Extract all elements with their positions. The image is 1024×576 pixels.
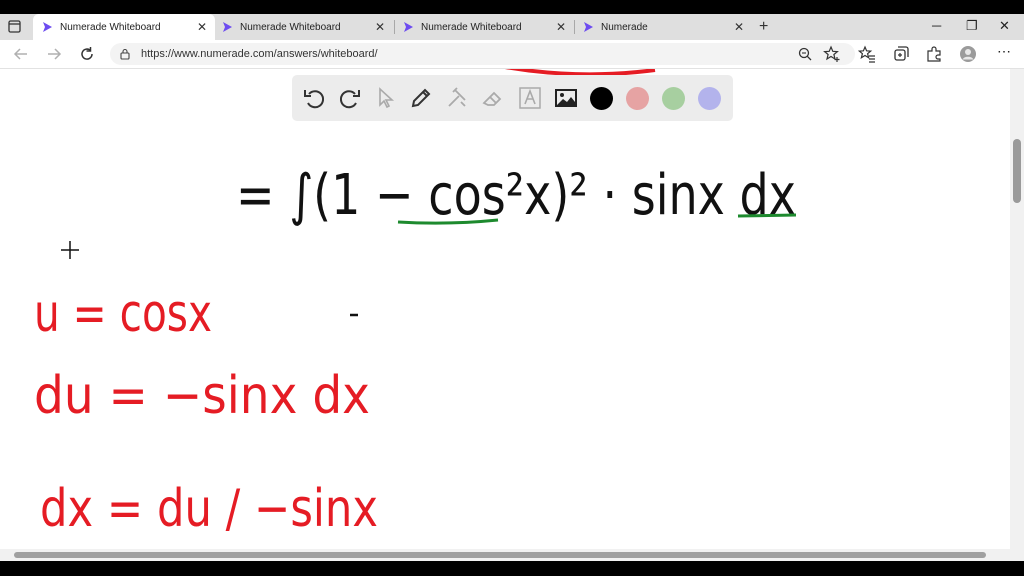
tools-icon[interactable] (445, 86, 469, 110)
tab-2-label: Numerade Whiteboard (240, 21, 341, 33)
equation-line-4: dx = du / −sinx (40, 479, 378, 539)
equation-line-3: du = −sinx dx (34, 366, 370, 426)
zoom-icon[interactable] (796, 45, 814, 63)
horizontal-scroll-thumb[interactable] (14, 552, 986, 558)
back-icon[interactable] (12, 45, 30, 63)
collections-icon[interactable] (892, 45, 910, 63)
color-pink-swatch[interactable] (626, 87, 649, 110)
tab-2[interactable]: Numerade Whiteboard ✕ (213, 14, 393, 40)
close-window-icon[interactable]: ✕ (999, 18, 1010, 34)
select-icon[interactable] (374, 86, 398, 110)
url-text[interactable]: https://www.numerade.com/answers/whitebo… (141, 48, 378, 60)
tab-3-close-icon[interactable]: ✕ (556, 20, 566, 34)
whiteboard-drawing: = ∫(1 − cos²x)² · sinx dx u = cosx du = … (34, 69, 797, 539)
color-black-swatch[interactable] (590, 87, 613, 110)
red-arc-stroke (504, 69, 656, 77)
whiteboard-canvas[interactable]: = ∫(1 − cos²x)² · sinx dx u = cosx du = … (0, 69, 1010, 549)
equation-line-2: u = cosx (34, 284, 212, 344)
profile-avatar-icon[interactable] (959, 45, 977, 63)
more-menu-icon[interactable]: ⋯ (997, 43, 1011, 60)
tab-actions-icon[interactable] (8, 20, 21, 33)
tab-4-label: Numerade (601, 21, 648, 33)
minimize-icon[interactable]: ─ (932, 18, 941, 33)
pen-icon[interactable] (409, 86, 433, 110)
add-favorite-icon[interactable] (823, 45, 841, 63)
numerade-favicon-icon (584, 22, 593, 32)
eraser-icon[interactable] (481, 86, 505, 110)
browser-window: Numerade Whiteboard ✕ Numerade Whiteboar… (0, 0, 1024, 576)
tab-4[interactable]: Numerade ✕ (574, 14, 752, 40)
numerade-favicon-icon (43, 22, 52, 32)
tab-1-label: Numerade Whiteboard (60, 21, 161, 33)
tab-4-close-icon[interactable]: ✕ (734, 20, 744, 34)
tab-1-close-icon[interactable]: ✕ (197, 20, 207, 34)
image-icon[interactable] (554, 86, 578, 110)
extensions-icon[interactable] (925, 45, 943, 63)
drawing-toolbar (292, 75, 733, 121)
tab-strip: Numerade Whiteboard ✕ Numerade Whiteboar… (0, 14, 1024, 40)
lock-icon[interactable] (119, 48, 131, 60)
tab-2-close-icon[interactable]: ✕ (375, 20, 385, 34)
redo-icon[interactable] (338, 86, 362, 110)
undo-icon[interactable] (302, 86, 326, 110)
numerade-favicon-icon (404, 22, 413, 32)
color-green-swatch[interactable] (662, 87, 685, 110)
equation-line-1: = ∫(1 − cos²x)² · sinx dx (236, 163, 796, 228)
numerade-favicon-icon (223, 22, 232, 32)
tab-3-label: Numerade Whiteboard (421, 21, 522, 33)
tab-3[interactable]: Numerade Whiteboard ✕ (394, 14, 574, 40)
color-lavender-swatch[interactable] (698, 87, 721, 110)
vertical-scrollbar[interactable] (1010, 69, 1024, 549)
forward-icon[interactable] (45, 45, 63, 63)
crosshair-cursor-icon (61, 241, 79, 259)
tab-1[interactable]: Numerade Whiteboard ✕ (33, 14, 215, 40)
refresh-icon[interactable] (78, 45, 96, 63)
new-tab-button[interactable]: + (759, 18, 768, 36)
address-bar[interactable]: https://www.numerade.com/answers/whitebo… (110, 43, 855, 65)
horizontal-scrollbar[interactable] (0, 549, 1024, 561)
green-underline-dx (737, 213, 797, 218)
browser-toolbar: https://www.numerade.com/answers/whitebo… (0, 40, 1024, 69)
vertical-scroll-thumb[interactable] (1013, 139, 1021, 203)
text-icon[interactable] (518, 86, 542, 110)
restore-icon[interactable]: ❐ (966, 18, 978, 34)
favorites-icon[interactable] (858, 45, 876, 63)
